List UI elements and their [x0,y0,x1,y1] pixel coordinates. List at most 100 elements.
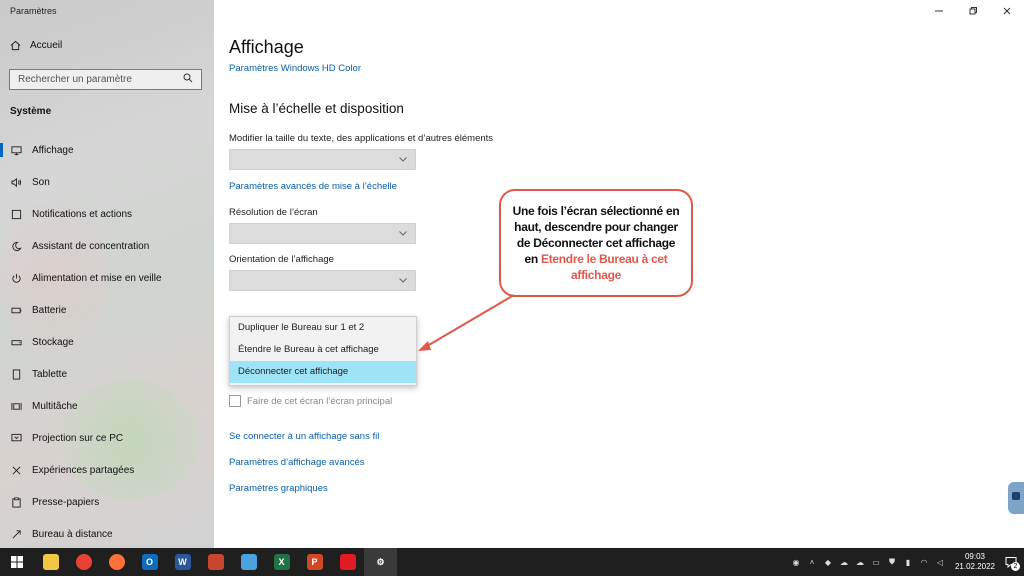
taskbar-app-powerpoint[interactable]: P [298,548,331,576]
chevron-up-icon[interactable]: ˄ [805,548,819,576]
primary-display-checkbox[interactable] [229,395,241,407]
outlook-icon: O [141,554,158,570]
sidebar-item-concentration[interactable]: Assistant de concentration [0,230,214,262]
sidebar-item-batterie[interactable]: Batterie [0,294,214,326]
chevron-down-icon [399,157,407,162]
monitor-icon[interactable]: ▭ [869,548,883,576]
sidebar-item-label: Bureau à distance [32,528,113,540]
volume-icon[interactable]: ◁ [933,548,947,576]
sidebar-item-notifications[interactable]: Notifications et actions [0,198,214,230]
advanced-display-link[interactable]: Paramètres d’affichage avancés [229,457,365,468]
sidebar-item-label: Expériences partagées [32,464,135,476]
excel-icon: X [273,554,290,570]
resolution-dropdown[interactable] [229,223,416,244]
sidebar-item-bureau-distance[interactable]: Bureau à distance [0,518,214,550]
resolution-label: Résolution de l’écran [229,207,318,218]
system-tray: ◉ ˄ ◆ ☁ ☁ ▭ ⛊ ▮ ◠ ◁ 09:03 21.02.2022 2 [788,548,1024,576]
sidebar-item-affichage[interactable]: Affichage [0,134,214,166]
taskbar-app-settings[interactable]: ⚙ [364,548,397,576]
wireless-display-link[interactable]: Se connecter à un affichage sans fil [229,431,379,442]
battery-icon [11,305,22,316]
callout-highlight: Etendre le Bureau à cet affichage [540,252,668,282]
tablet-icon [11,368,22,380]
minimize-icon[interactable] [922,0,956,22]
hd-color-link[interactable]: Paramètres Windows HD Color [229,63,361,74]
search-input[interactable]: Rechercher un paramètre [9,69,202,90]
home-label: Accueil [30,40,63,51]
projection-icon [11,433,22,444]
annotation-callout: Une fois l’écran sélectionné en haut, de… [499,189,693,297]
taskbar-app-acrobat[interactable] [331,548,364,576]
battery-tray-icon[interactable]: ▮ [901,548,915,576]
start-button[interactable] [0,548,34,576]
taskbar-app-excel[interactable]: X [265,548,298,576]
search-icon[interactable] [183,73,193,86]
taskbar: O W X P ⚙ ◉ ˄ ◆ ☁ ☁ ▭ ⛊ ▮ ◠ ◁ 09:03 21.02.20… [0,548,1024,576]
app-icon [207,554,224,570]
firefox-icon [108,554,125,570]
sidebar-item-projection[interactable]: Projection sur ce PC [0,422,214,454]
option-duplicate[interactable]: Dupliquer le Bureau sur 1 et 2 [230,317,416,339]
section-title: Mise à l’échelle et disposition [229,101,404,116]
clock[interactable]: 09:03 21.02.2022 [952,552,998,572]
taskbar-app-scanner[interactable] [232,548,265,576]
sidebar-item-son[interactable]: Son [0,166,214,198]
scanner-icon [240,554,257,570]
taskbar-app-chrome[interactable] [67,548,100,576]
taskbar-app-outlook[interactable]: O [133,548,166,576]
sidebar-item-multitache[interactable]: Multitâche [0,390,214,422]
onedrive-icon[interactable]: ☁ [853,548,867,576]
sidebar-item-label: Notifications et actions [32,208,133,220]
clock-time: 09:03 [964,552,986,561]
action-center-button[interactable]: 2 [998,548,1024,576]
close-icon[interactable] [990,0,1024,22]
window-title: Paramètres [10,6,57,16]
sidebar-item-stockage[interactable]: Stockage [0,326,214,358]
window-controls [922,0,1024,22]
scale-advanced-link[interactable]: Paramètres avancés de mise à l’échelle [229,181,397,192]
sidebar-item-alimentation[interactable]: Alimentation et mise en veille [0,262,214,294]
moon-icon [11,241,22,252]
sidebar-item-experiences[interactable]: Expériences partagées [0,454,214,486]
taskbar-app-firefox[interactable] [100,548,133,576]
taskbar-app-file-explorer[interactable] [34,548,67,576]
side-widget-tab[interactable] [1008,482,1024,514]
sidebar: Paramètres Accueil Rechercher un paramèt… [0,0,214,548]
cloud-icon[interactable]: ☁ [837,548,851,576]
sidebar-item-tablette[interactable]: Tablette [0,358,214,390]
sidebar-home[interactable]: Accueil [10,40,62,51]
sidebar-item-label: Assistant de concentration [32,240,150,252]
power-icon [11,273,22,284]
graphics-settings-link[interactable]: Paramètres graphiques [229,483,328,494]
maximize-icon[interactable] [956,0,990,22]
sidebar-item-label: Projection sur ce PC [32,432,124,444]
primary-display-label: Faire de cet écran l’écran principal [247,395,393,407]
wifi-icon[interactable]: ◠ [917,548,931,576]
remote-icon [11,529,22,540]
orientation-label: Orientation de l’affichage [229,254,334,265]
taskbar-app-app[interactable] [199,548,232,576]
option-extend[interactable]: Étendre le Bureau à cet affichage [230,339,416,361]
orientation-dropdown[interactable] [229,270,416,291]
multitask-icon [11,401,22,412]
primary-display-checkbox-row[interactable]: Faire de cet écran l’écran principal [229,395,392,407]
speaker-icon [11,177,22,188]
option-disconnect[interactable]: Déconnecter cet affichage [230,361,416,383]
sidebar-item-presse-papiers[interactable]: Presse-papiers [0,486,214,518]
home-icon [10,40,21,51]
page-title: Affichage [229,37,304,57]
shield-icon[interactable]: ⛊ [885,548,899,576]
powerpoint-icon: P [306,554,323,570]
sidebar-section-title: Système [10,106,52,117]
sidebar-nav: Affichage Son Notifications et actions A… [0,134,214,550]
notification-icon [11,209,22,220]
security-icon[interactable]: ◉ [789,548,803,576]
scale-label: Modifier la taille du texte, des applica… [229,133,494,144]
taskbar-app-word[interactable]: W [166,548,199,576]
chevron-down-icon [399,278,407,283]
sidebar-item-label: Multitâche [32,400,78,412]
notification-count-badge: 2 [1011,562,1020,571]
scale-dropdown[interactable] [229,149,416,170]
dropbox-icon[interactable]: ◆ [821,548,835,576]
multi-display-dropdown-list: Dupliquer le Bureau sur 1 et 2 Étendre l… [229,316,417,386]
